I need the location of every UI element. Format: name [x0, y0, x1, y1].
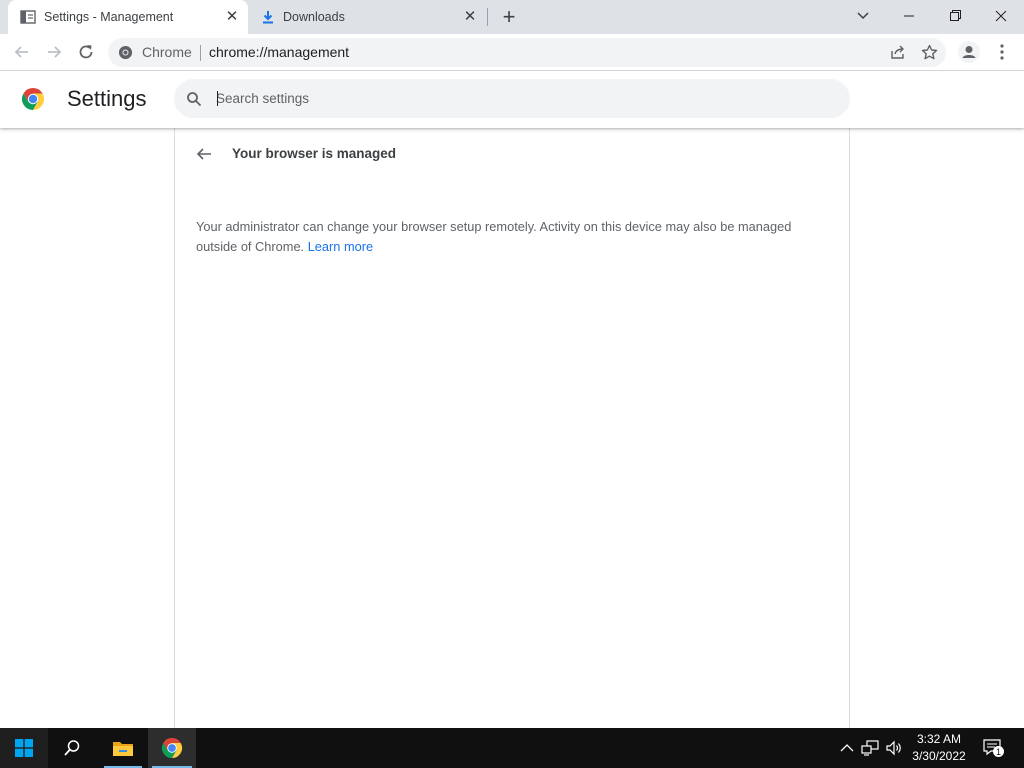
close-tab-icon[interactable]: ✕	[224, 9, 240, 25]
chrome-taskbar-button[interactable]	[148, 728, 196, 768]
tab-separator	[487, 8, 488, 26]
volume-icon[interactable]	[885, 739, 903, 757]
tab-title: Downloads	[283, 10, 345, 24]
text-caret	[217, 91, 218, 106]
browser-toolbar: Chrome chrome://management	[0, 34, 1024, 71]
tab-search-chevron-icon[interactable]	[851, 6, 875, 26]
tab-settings-management[interactable]: Settings - Management ✕	[8, 0, 248, 34]
notification-count: 1	[996, 747, 1001, 757]
start-button[interactable]	[0, 728, 48, 768]
windows-taskbar: 3:32 AM 3/30/2022 1	[0, 728, 1024, 768]
tab-strip: Settings - Management ✕ Downloads ✕ +	[0, 0, 1024, 34]
settings-header: Settings	[0, 71, 1024, 128]
clock-date: 3/30/2022	[912, 749, 966, 763]
url-text[interactable]: chrome://management	[209, 44, 349, 60]
new-tab-button[interactable]: +	[499, 6, 519, 28]
restore-icon[interactable]	[943, 6, 967, 26]
download-icon	[263, 11, 273, 24]
file-explorer-button[interactable]	[100, 728, 146, 768]
reload-icon[interactable]	[76, 42, 96, 62]
description-text: Your administrator can change your brows…	[196, 219, 792, 254]
back-arrow-icon[interactable]	[195, 145, 213, 163]
chrome-icon	[161, 737, 183, 759]
windows-logo-icon	[15, 739, 33, 757]
tab-title: Settings - Management	[44, 10, 174, 24]
address-bar[interactable]: Chrome chrome://management	[108, 38, 946, 67]
chrome-logo-icon	[21, 88, 45, 110]
settings-search-box[interactable]	[174, 79, 850, 118]
bookmark-star-icon[interactable]	[921, 44, 938, 61]
share-icon[interactable]	[889, 44, 906, 61]
clock-time: 3:32 AM	[916, 732, 962, 746]
taskbar-search-button[interactable]	[48, 728, 96, 768]
profile-avatar[interactable]	[958, 41, 980, 63]
close-window-icon[interactable]	[989, 6, 1013, 26]
folder-icon	[113, 742, 133, 756]
tab-downloads[interactable]: Downloads ✕	[252, 0, 486, 34]
chrome-site-icon[interactable]	[118, 45, 133, 60]
management-description: Your administrator can change your brows…	[196, 217, 826, 257]
network-icon[interactable]	[861, 739, 879, 757]
back-icon[interactable]	[12, 42, 32, 62]
action-center-icon[interactable]: 1	[983, 738, 1005, 758]
system-clock[interactable]: 3:32 AM 3/30/2022	[908, 731, 970, 765]
search-icon	[64, 740, 80, 756]
minimize-icon[interactable]	[897, 6, 921, 26]
site-chip-label: Chrome	[142, 44, 192, 60]
search-icon	[187, 92, 202, 107]
forward-icon[interactable]	[44, 42, 64, 62]
close-tab-icon[interactable]: ✕	[462, 9, 478, 25]
settings-page-icon	[20, 10, 36, 24]
more-menu-icon[interactable]	[994, 42, 1010, 62]
settings-title: Settings	[67, 86, 147, 111]
person-icon	[962, 46, 976, 58]
management-card: Your browser is managed Your administrat…	[174, 128, 850, 728]
show-hidden-icons-chevron-icon[interactable]	[838, 739, 856, 757]
search-settings-input[interactable]	[216, 85, 816, 112]
omnibox-divider	[200, 45, 201, 61]
page-title: Your browser is managed	[232, 146, 397, 161]
learn-more-link[interactable]: Learn more	[308, 239, 373, 254]
